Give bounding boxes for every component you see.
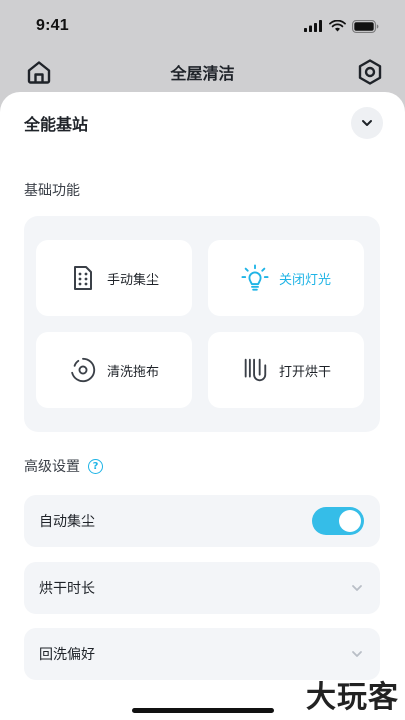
home-button[interactable] (24, 57, 54, 87)
watermark: 大玩客 (306, 680, 399, 715)
dust-bin-icon (69, 264, 97, 292)
auto-dust-row: 自动集尘 (24, 495, 380, 547)
chevron-down-icon (362, 120, 372, 126)
battery-icon (352, 19, 379, 33)
manual-dust-button[interactable]: 手动集尘 (36, 240, 192, 316)
page-title: 全屋清洁 (170, 64, 235, 83)
status-time: 9:41 (36, 17, 69, 34)
wash-mop-button[interactable]: 清洗拖布 (36, 332, 192, 408)
station-header: 全能基站 (24, 106, 383, 140)
heat-dry-icon (241, 356, 269, 384)
wash-mop-label: 清洗拖布 (106, 364, 159, 380)
advanced-section-label: 高级设置 (24, 459, 80, 475)
advanced-section-title: 高级设置 ? (24, 456, 103, 476)
mop-wash-icon (69, 356, 97, 384)
status-icons (304, 19, 379, 33)
status-bar: 9:41 (0, 0, 405, 52)
auto-dust-toggle[interactable] (312, 507, 364, 535)
light-off-label: 关闭灯光 (278, 272, 331, 288)
basic-functions-panel: 手动集尘 关闭灯光 清洗拖布 打开烘干 (24, 216, 380, 432)
settings-icon (358, 59, 382, 85)
cellular-signal-icon (304, 20, 322, 32)
chevron-down-icon (352, 585, 362, 591)
light-off-button[interactable]: 关闭灯光 (208, 240, 364, 316)
home-indicator (132, 708, 274, 713)
collapse-button[interactable] (351, 107, 383, 139)
chevron-down-icon (352, 651, 362, 657)
manual-dust-label: 手动集尘 (106, 272, 159, 288)
dry-duration-label: 烘干时长 (39, 581, 95, 597)
content-sheet: 全能基站 基础功能 手动集尘 关闭灯光 清洗拖布 打开烘干 高级设置 ? 自动集… (0, 92, 405, 720)
home-icon (27, 61, 51, 84)
nav-bar: 全屋清洁 (0, 52, 405, 92)
wifi-icon (329, 20, 346, 32)
settings-button[interactable] (355, 57, 385, 87)
rewash-preference-label: 回洗偏好 (39, 647, 95, 663)
help-icon[interactable]: ? (88, 458, 103, 474)
dry-on-button[interactable]: 打开烘干 (208, 332, 364, 408)
toggle-knob (339, 510, 361, 532)
basic-section-label: 基础功能 (24, 183, 80, 199)
basic-section-title: 基础功能 (24, 180, 80, 200)
station-title: 全能基站 (24, 115, 89, 134)
dry-duration-row[interactable]: 烘干时长 (24, 562, 380, 614)
light-bulb-icon (241, 264, 269, 292)
dry-on-label: 打开烘干 (278, 364, 331, 380)
auto-dust-label: 自动集尘 (39, 514, 95, 530)
